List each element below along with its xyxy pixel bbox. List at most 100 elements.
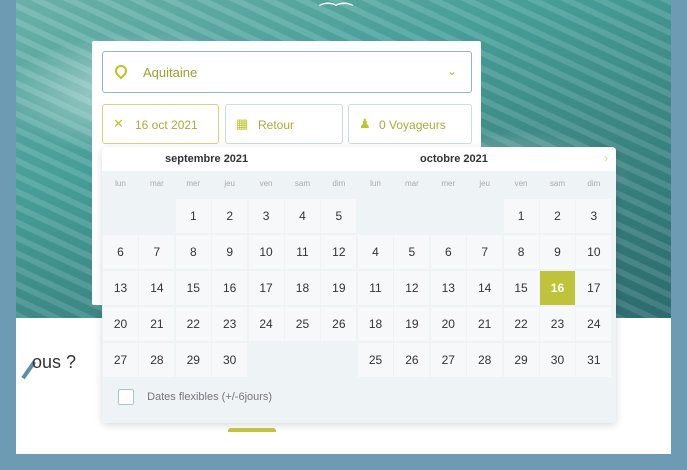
day-cell[interactable]: 19 — [321, 271, 357, 305]
day-cell[interactable]: 12 — [321, 235, 357, 269]
month-september: lun mar mer jeu ven sam dim 1 2 3 4 5 6 7 8 9 10 1… — [103, 179, 357, 377]
day-cell[interactable]: 17 — [576, 271, 612, 305]
weekday-label: mar — [405, 179, 419, 188]
day-cell[interactable]: 24 — [576, 307, 612, 341]
day-cell-empty — [139, 199, 174, 233]
day-cell[interactable]: 23 — [212, 307, 248, 341]
day-cell[interactable]: 2 — [212, 199, 248, 233]
day-cell[interactable]: 18 — [358, 307, 393, 341]
day-cell[interactable]: 13 — [103, 271, 138, 305]
day-cell[interactable]: 7 — [467, 235, 503, 269]
day-cell[interactable]: 12 — [394, 271, 430, 305]
flexible-dates-checkbox[interactable] — [118, 389, 134, 405]
date-picker: septembre 2021 octobre 2021 › lun mar me… — [102, 147, 616, 423]
day-cell[interactable]: 25 — [358, 343, 393, 377]
weekday-label: sam — [549, 179, 566, 188]
weekday-label: sam — [294, 179, 311, 188]
day-cell[interactable]: 25 — [284, 307, 320, 341]
weekday-label: jeu — [479, 179, 491, 188]
day-cell[interactable]: 15 — [175, 271, 211, 305]
day-cell[interactable]: 6 — [430, 235, 466, 269]
day-cell[interactable]: 20 — [430, 307, 466, 341]
brand-mark-icon: ⁀⁀ — [320, 4, 353, 26]
day-cell[interactable]: 20 — [103, 307, 138, 341]
day-cell[interactable]: 19 — [394, 307, 430, 341]
day-cell[interactable]: 27 — [430, 343, 466, 377]
weekday-label: ven — [259, 179, 273, 188]
day-cell[interactable]: 28 — [139, 343, 175, 377]
day-cell[interactable]: 26 — [321, 307, 357, 341]
location-pin-icon — [112, 62, 130, 80]
day-cell[interactable]: 9 — [212, 235, 248, 269]
weekday-label: lun — [370, 179, 381, 188]
weekday-label: dim — [587, 179, 601, 188]
flexible-dates-label: Dates flexibles (+/-6jours) — [147, 391, 273, 403]
day-cell[interactable]: 3 — [248, 199, 284, 233]
day-cell[interactable]: 15 — [503, 271, 539, 305]
day-cell[interactable]: 1 — [175, 199, 211, 233]
day-cell[interactable]: 11 — [284, 235, 320, 269]
day-cell[interactable]: 14 — [467, 271, 503, 305]
weekday-label: dim — [332, 179, 346, 188]
day-cell[interactable]: 22 — [175, 307, 211, 341]
month-title-september: septembre 2021 — [165, 153, 249, 165]
day-cell[interactable]: 21 — [467, 307, 503, 341]
day-cell[interactable]: 16 — [212, 271, 248, 305]
next-month-button[interactable]: › — [604, 151, 608, 165]
day-cell[interactable]: 21 — [139, 307, 175, 341]
day-cell[interactable]: 30 — [539, 343, 575, 377]
day-cell[interactable]: 18 — [284, 271, 320, 305]
day-grid: 1 2 3 4 5 6 7 8 9 10 11 12 13 14 15 16 17 18 19 20 21 22 23 24 2… — [358, 199, 612, 377]
depart-date-value: 16 oct 2021 — [135, 118, 198, 132]
day-cell[interactable]: 27 — [103, 343, 138, 377]
retour-date-field[interactable]: ▦ Retour — [225, 104, 343, 144]
day-cell[interactable]: 4 — [358, 235, 393, 269]
day-cell[interactable]: 8 — [503, 235, 539, 269]
day-cell[interactable]: 8 — [175, 235, 211, 269]
day-cell[interactable]: 23 — [539, 307, 575, 341]
day-cell[interactable]: 9 — [539, 235, 575, 269]
day-cell[interactable]: 22 — [503, 307, 539, 341]
depart-date-field[interactable]: ✕ 16 oct 2021 — [102, 104, 219, 144]
day-cell[interactable]: 10 — [248, 235, 284, 269]
day-cell[interactable]: 26 — [394, 343, 430, 377]
day-cell[interactable]: 5 — [321, 199, 357, 233]
destination-value: Aquitaine — [143, 65, 198, 80]
day-cell-empty — [431, 199, 466, 233]
day-cell[interactable]: 7 — [139, 235, 175, 269]
day-cell[interactable]: 6 — [103, 235, 138, 269]
weekday-label: lun — [115, 179, 126, 188]
close-icon[interactable]: ✕ — [113, 116, 124, 132]
day-cell[interactable]: 28 — [467, 343, 503, 377]
day-cell-empty — [358, 199, 393, 233]
section-text: ous ? — [32, 352, 77, 372]
day-cell[interactable]: 4 — [284, 199, 320, 233]
day-cell[interactable]: 1 — [503, 199, 539, 233]
destination-select[interactable]: Aquitaine ⌄ — [102, 51, 472, 93]
weekday-label: mar — [150, 179, 164, 188]
day-cell[interactable]: 29 — [175, 343, 211, 377]
day-cell-selected[interactable]: 16 — [539, 271, 575, 305]
day-cell[interactable]: 24 — [248, 307, 284, 341]
day-cell[interactable]: 30 — [212, 343, 248, 377]
weekday-label: ven — [514, 179, 528, 188]
voyageurs-label: 0 Voyageurs — [379, 118, 446, 132]
day-cell[interactable]: 31 — [576, 343, 612, 377]
day-cell-empty — [103, 199, 138, 233]
day-cell[interactable]: 29 — [503, 343, 539, 377]
weekday-label: mer — [186, 179, 201, 188]
day-cell[interactable]: 5 — [394, 235, 430, 269]
search-button-edge[interactable] — [228, 428, 276, 432]
day-cell[interactable]: 13 — [430, 271, 466, 305]
day-cell[interactable]: 2 — [539, 199, 575, 233]
flexible-dates-option[interactable]: Dates flexibles (+/-6jours) — [118, 389, 272, 405]
day-cell[interactable]: 3 — [576, 199, 612, 233]
day-cell[interactable]: 11 — [358, 271, 393, 305]
retour-label: Retour — [258, 118, 295, 132]
day-cell[interactable]: 10 — [576, 235, 612, 269]
voyageurs-field[interactable]: ♟ 0 Voyageurs — [348, 104, 472, 144]
month-title-october: octobre 2021 — [420, 153, 488, 165]
day-cell[interactable]: 17 — [248, 271, 284, 305]
day-cell[interactable]: 14 — [139, 271, 175, 305]
date-picker-header: septembre 2021 octobre 2021 › — [102, 147, 616, 171]
